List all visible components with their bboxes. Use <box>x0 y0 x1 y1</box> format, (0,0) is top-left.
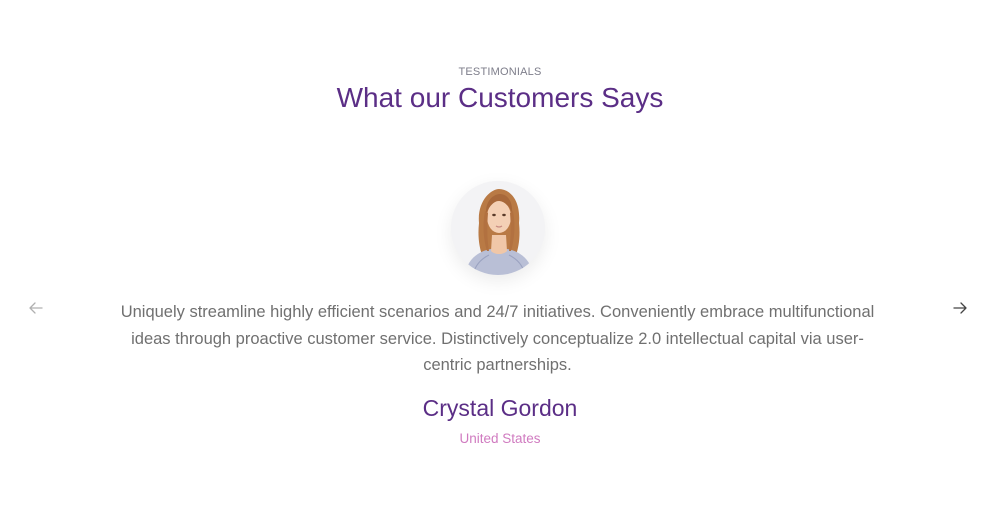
arrow-right-icon <box>953 302 967 314</box>
next-arrow-button[interactable] <box>950 298 970 318</box>
avatar-portrait <box>451 181 545 275</box>
customer-country: United States <box>459 431 541 446</box>
section-eyebrow: TESTIMONIALS <box>458 66 542 78</box>
testimonials-section: TESTIMONIALS What our Customers Says Uni… <box>0 0 1000 524</box>
arrow-left-icon <box>29 302 43 314</box>
prev-arrow-button[interactable] <box>26 298 46 318</box>
customer-name: Crystal Gordon <box>422 395 578 421</box>
testimonial-quote: Uniquely streamline highly efficient sce… <box>120 303 875 374</box>
avatar <box>451 181 545 275</box>
section-title: What our Customers Says <box>336 82 664 113</box>
